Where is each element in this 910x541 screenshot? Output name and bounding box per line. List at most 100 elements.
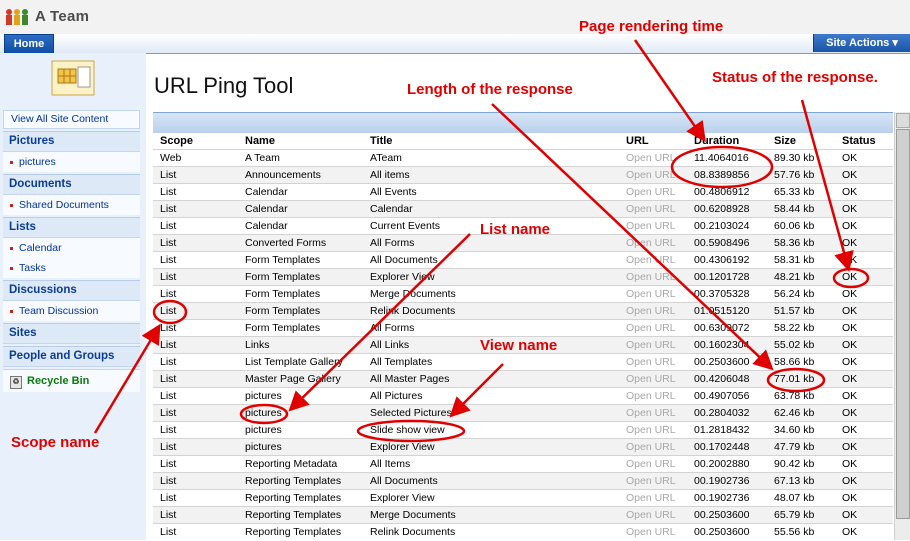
cell-scope: List — [153, 166, 238, 184]
cell-scope: List — [153, 268, 238, 286]
cell-url[interactable]: Open URL — [619, 523, 687, 540]
cell-size: 58.36 kb — [767, 234, 835, 252]
cell-title: Explorer View — [363, 438, 619, 456]
cell-url[interactable]: Open URL — [619, 353, 687, 371]
cell-status: OK — [835, 217, 893, 235]
cell-url[interactable]: Open URL — [619, 455, 687, 473]
annotation-status-of-response: Status of the response. — [712, 69, 878, 86]
cell-duration: 00.3705328 — [687, 285, 767, 303]
cell-status: OK — [835, 438, 893, 456]
site-title[interactable]: A Team — [35, 8, 89, 25]
cell-size: 56.24 kb — [767, 285, 835, 303]
ql-item-shared-documents[interactable]: Shared Documents — [3, 195, 140, 215]
cell-duration: 00.1902736 — [687, 489, 767, 507]
recycle-bin-link[interactable]: ♻ Recycle Bin — [3, 369, 140, 392]
cell-url[interactable]: Open URL — [619, 166, 687, 184]
cell-url[interactable]: Open URL — [619, 200, 687, 218]
ql-header-sites[interactable]: Sites — [3, 323, 140, 344]
quick-launch: View All Site Content Pictures pictures … — [3, 110, 140, 392]
cell-duration: 00.6309072 — [687, 319, 767, 337]
col-header-duration[interactable]: Duration — [687, 133, 767, 150]
cell-scope: List — [153, 251, 238, 269]
cell-duration: 00.6208928 — [687, 200, 767, 218]
cell-status: OK — [835, 370, 893, 388]
cell-name: Converted Forms — [238, 234, 363, 252]
col-header-title[interactable]: Title — [363, 133, 619, 150]
top-bar: A Team — [0, 0, 910, 34]
cell-size: 89.30 kb — [767, 149, 835, 167]
cell-size: 55.56 kb — [767, 523, 835, 540]
scrollbar-thumb[interactable] — [896, 129, 910, 519]
cell-title: All Documents — [363, 472, 619, 490]
ql-item-pictures[interactable]: pictures — [3, 152, 140, 172]
cell-duration: 00.2002880 — [687, 455, 767, 473]
home-tab[interactable]: Home — [4, 34, 54, 54]
col-header-status[interactable]: Status — [835, 133, 893, 150]
cell-duration: 00.1702448 — [687, 438, 767, 456]
cell-status: OK — [835, 353, 893, 371]
ql-header-people-and-groups[interactable]: People and Groups — [3, 346, 140, 367]
cell-status: OK — [835, 302, 893, 320]
col-header-scope[interactable]: Scope — [153, 133, 238, 150]
cell-url[interactable]: Open URL — [619, 438, 687, 456]
cell-name: pictures — [238, 387, 363, 405]
ql-header-pictures[interactable]: Pictures — [3, 131, 140, 152]
cell-duration: 00.2103024 — [687, 217, 767, 235]
cell-duration: 00.2503600 — [687, 506, 767, 524]
col-header-name[interactable]: Name — [238, 133, 363, 150]
cell-url[interactable]: Open URL — [619, 217, 687, 235]
cell-name: Calendar — [238, 217, 363, 235]
cell-url[interactable]: Open URL — [619, 234, 687, 252]
table-row: List pictures Selected Pictures Open URL 00.… — [153, 404, 893, 422]
cell-url[interactable]: Open URL — [619, 183, 687, 201]
cell-url[interactable]: Open URL — [619, 285, 687, 303]
cell-url[interactable]: Open URL — [619, 251, 687, 269]
table-row: List Calendar All Events Open URL 00.4806912… — [153, 183, 893, 201]
cell-url[interactable]: Open URL — [619, 370, 687, 388]
ql-header-documents[interactable]: Documents — [3, 174, 140, 195]
ql-item-team-discussion[interactable]: Team Discussion — [3, 301, 140, 321]
vertical-scrollbar[interactable] — [894, 112, 910, 540]
col-header-url[interactable]: URL — [619, 133, 687, 150]
cell-url[interactable]: Open URL — [619, 268, 687, 286]
cell-url[interactable]: Open URL — [619, 149, 687, 167]
cell-size: 58.44 kb — [767, 200, 835, 218]
cell-name: Form Templates — [238, 302, 363, 320]
cell-status: OK — [835, 421, 893, 439]
cell-url[interactable]: Open URL — [619, 421, 687, 439]
site-actions-menu[interactable]: Site Actions ▾ — [813, 34, 910, 52]
col-header-size[interactable]: Size — [767, 133, 835, 150]
cell-url[interactable]: Open URL — [619, 336, 687, 354]
url-ping-results-grid: Scope Name Title URL Duration Size Statu… — [153, 112, 893, 541]
cell-scope: List — [153, 336, 238, 354]
scroll-up-button[interactable] — [896, 113, 910, 128]
cell-url[interactable]: Open URL — [619, 319, 687, 337]
cell-scope: List — [153, 200, 238, 218]
cell-url[interactable]: Open URL — [619, 404, 687, 422]
ql-header-discussions[interactable]: Discussions — [3, 280, 140, 301]
cell-status: OK — [835, 251, 893, 269]
cell-url[interactable]: Open URL — [619, 387, 687, 405]
cell-name: Reporting Templates — [238, 489, 363, 507]
cell-name: pictures — [238, 421, 363, 439]
cell-size: 58.31 kb — [767, 251, 835, 269]
table-row: List Announcements All items Open URL 08.838… — [153, 166, 893, 184]
ql-header-lists[interactable]: Lists — [3, 217, 140, 238]
cell-status: OK — [835, 455, 893, 473]
table-header-row: Scope Name Title URL Duration Size Statu… — [153, 133, 893, 150]
cell-url[interactable]: Open URL — [619, 506, 687, 524]
cell-status: OK — [835, 319, 893, 337]
cell-name: List Template Gallery — [238, 353, 363, 371]
ql-item-calendar[interactable]: Calendar — [3, 238, 140, 258]
table-row: List Reporting Metadata All Items Open URL 0… — [153, 455, 893, 473]
cell-url[interactable]: Open URL — [619, 489, 687, 507]
cell-url[interactable]: Open URL — [619, 472, 687, 490]
cell-scope: List — [153, 523, 238, 540]
table-row: List Form Templates Relink Documents Open U… — [153, 302, 893, 320]
view-all-site-content-link[interactable]: View All Site Content — [3, 110, 140, 129]
cell-title: Relink Documents — [363, 523, 619, 540]
ql-item-tasks[interactable]: Tasks — [3, 258, 140, 278]
table-row: List Form Templates Explorer View Open URL 0… — [153, 268, 893, 286]
cell-duration: 00.5908496 — [687, 234, 767, 252]
cell-url[interactable]: Open URL — [619, 302, 687, 320]
